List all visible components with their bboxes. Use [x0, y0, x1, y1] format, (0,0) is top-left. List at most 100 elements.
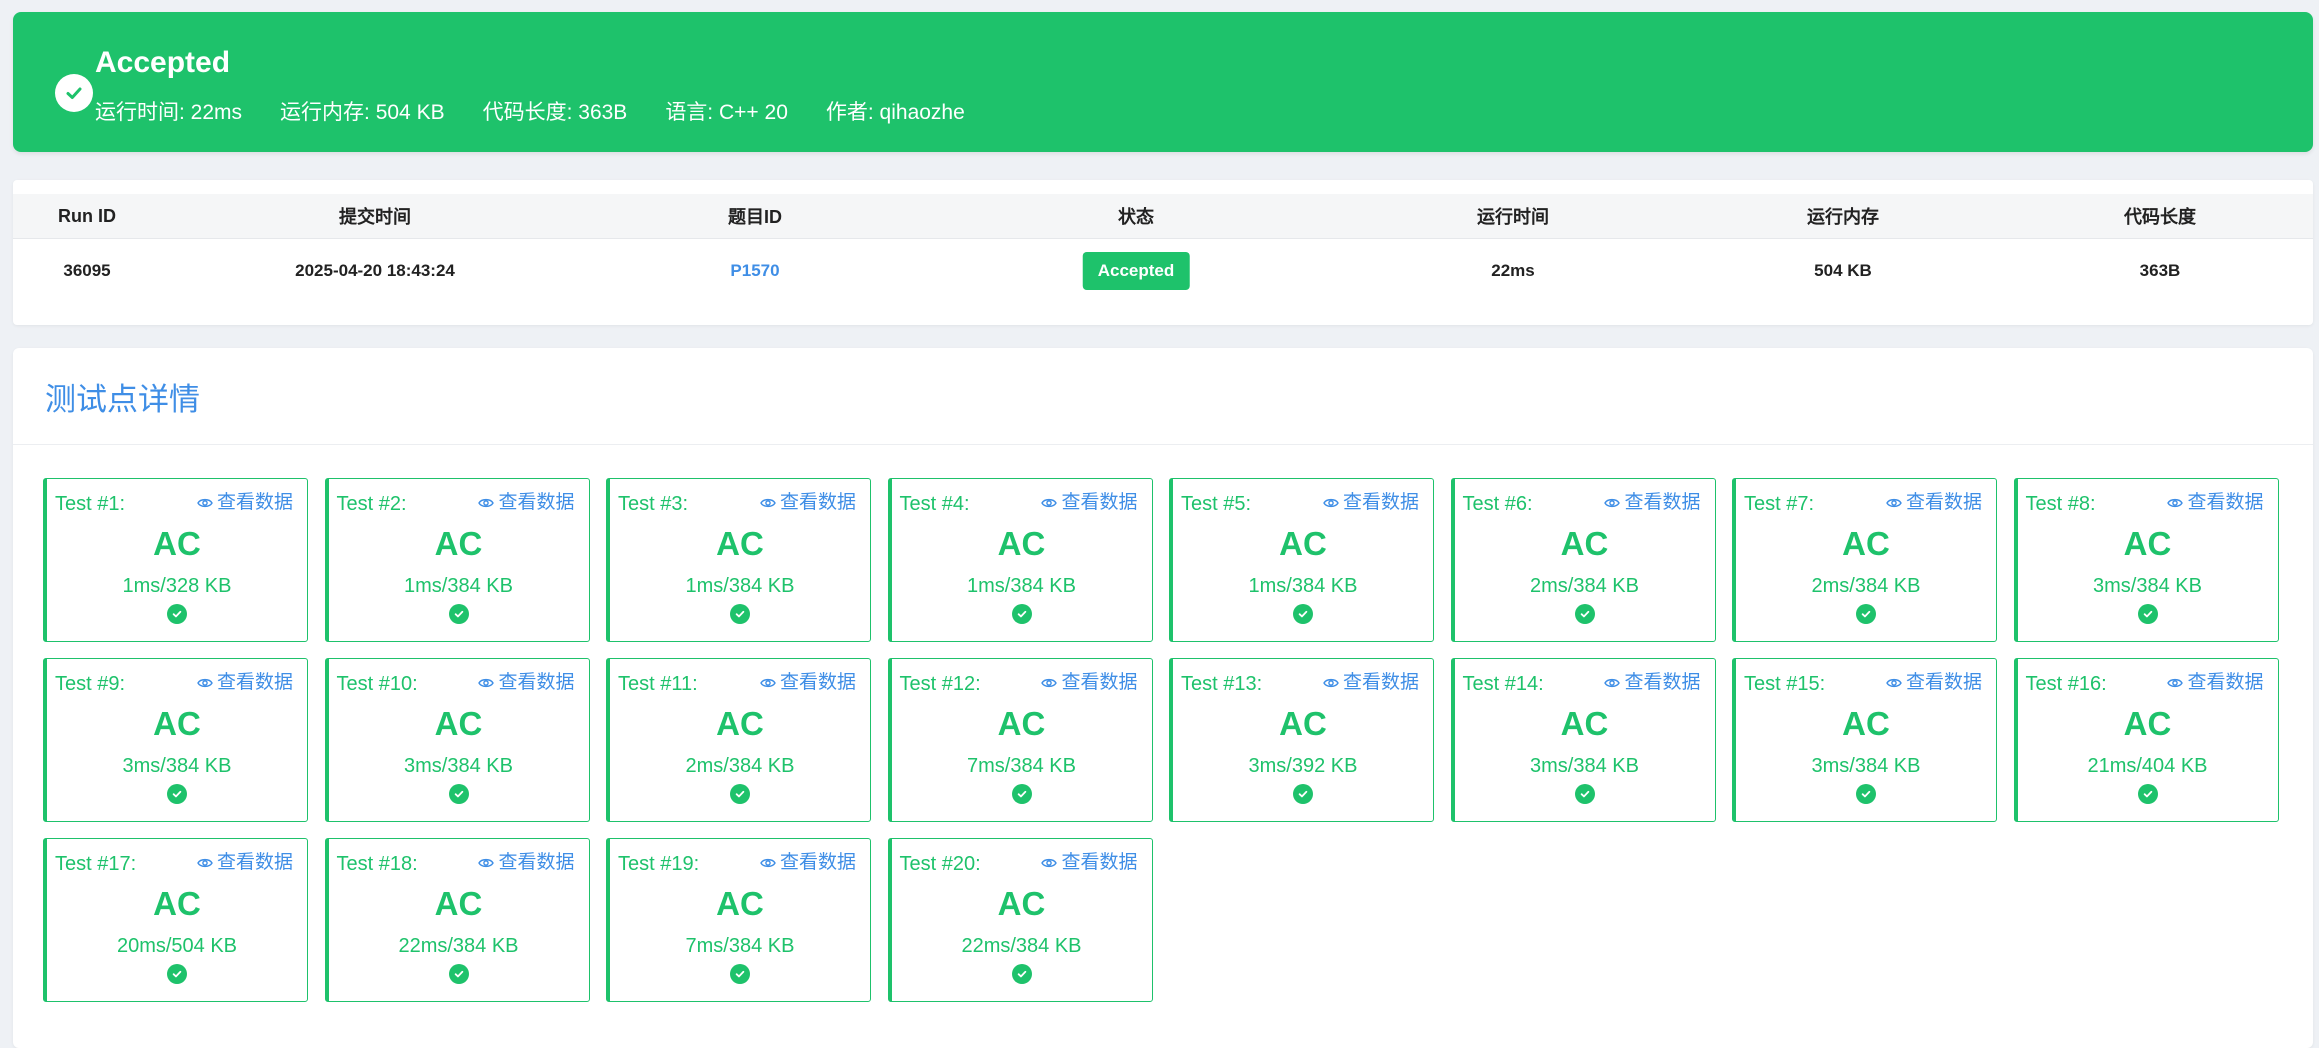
view-data-link[interactable]: 查看数据: [478, 672, 575, 694]
eye-icon: [1604, 498, 1621, 508]
test-case-label: Test #4:: [899, 493, 970, 515]
check-circle-icon: [1856, 784, 1876, 804]
eye-icon: [1604, 678, 1621, 688]
eye-icon: [478, 498, 495, 508]
eye-icon: [1041, 498, 1058, 508]
header-status: 状态: [1118, 207, 1154, 227]
view-data-link[interactable]: 查看数据: [1323, 492, 1419, 514]
test-case-label: Test #11:: [618, 673, 698, 695]
test-case-result: AC: [153, 885, 201, 922]
result-title: Accepted: [95, 46, 231, 79]
header-submit-time: 提交时间: [339, 207, 411, 227]
test-case-stats: 3ms/384 KB: [1811, 755, 1921, 777]
meta-code-length: 代码长度: 363B: [482, 101, 628, 124]
view-data-link[interactable]: 查看数据: [1604, 492, 1701, 514]
test-case-stats: 7ms/384 KB: [967, 755, 1076, 777]
cell-memory: 504 KB: [1814, 261, 1872, 280]
eye-icon: [478, 858, 495, 868]
test-case-result: AC: [1842, 525, 1890, 562]
test-case-card: Test #15: 查看数据 AC 3ms/384 KB: [1732, 658, 1997, 822]
eye-icon: [1323, 678, 1339, 688]
check-circle-icon: [2137, 784, 2158, 804]
header-memory: 运行内存: [1807, 207, 1879, 227]
test-case-stats: 22ms/384 KB: [961, 935, 1082, 957]
problem-id-link[interactable]: P1570: [730, 239, 779, 303]
view-data-link[interactable]: 查看数据: [1323, 672, 1419, 694]
view-data-link[interactable]: 查看数据: [1041, 492, 1138, 514]
test-case-result: AC: [434, 885, 483, 922]
test-case-label: Test #12:: [899, 673, 981, 695]
eye-icon: [760, 858, 776, 868]
view-data-label: 查看数据: [779, 852, 856, 873]
check-circle-icon: [1574, 784, 1595, 804]
test-case-result: AC: [1279, 705, 1327, 742]
test-case-label: Test #6:: [1462, 493, 1533, 515]
view-data-link[interactable]: 查看数据: [478, 492, 575, 514]
test-case-stats: 22ms/384 KB: [398, 935, 519, 957]
test-case-label: Test #17:: [55, 853, 137, 875]
test-case-stats: 2ms/384 KB: [685, 755, 795, 777]
check-circle-icon: [167, 964, 187, 984]
view-data-link[interactable]: 查看数据: [1041, 852, 1138, 874]
header-code-length: 代码长度: [2124, 207, 2196, 227]
check-circle-icon: [1011, 784, 1032, 804]
check-circle-icon: [448, 604, 469, 624]
test-case-result: AC: [997, 525, 1046, 562]
view-data-link[interactable]: 查看数据: [478, 852, 575, 874]
test-case-label: Test #13:: [1181, 673, 1263, 695]
test-case-label: Test #2:: [336, 493, 407, 515]
test-case-result: AC: [1842, 705, 1890, 742]
view-data-link[interactable]: 查看数据: [197, 492, 293, 514]
view-data-link[interactable]: 查看数据: [1604, 672, 1701, 694]
eye-icon: [760, 678, 776, 688]
view-data-link[interactable]: 查看数据: [2167, 492, 2264, 514]
test-case-stats: 7ms/384 KB: [685, 935, 795, 957]
test-case-card: Test #7: 查看数据 AC 2ms/384 KB: [1732, 478, 1997, 642]
test-case-label: Test #20:: [899, 853, 981, 875]
check-circle-icon: [730, 784, 750, 804]
view-data-link[interactable]: 查看数据: [1886, 672, 1982, 694]
test-case-grid: Test #1: 查看数据 AC 1ms/328 KB Test #2: 查看数…: [43, 478, 2298, 1002]
view-data-link[interactable]: 查看数据: [2167, 672, 2264, 694]
eye-icon: [1323, 498, 1339, 508]
cell-status: Accepted: [1082, 239, 1190, 303]
test-case-stats: 1ms/384 KB: [685, 575, 795, 597]
view-data-link[interactable]: 查看数据: [1041, 672, 1138, 694]
test-case-result: AC: [153, 525, 201, 562]
cell-run-id: 36095: [63, 261, 111, 280]
test-case-stats: 20ms/504 KB: [116, 935, 238, 957]
header-run-time: 运行时间: [1477, 207, 1549, 227]
test-case-stats: 3ms/384 KB: [1530, 755, 1639, 777]
view-data-label: 查看数据: [1061, 492, 1138, 513]
check-circle-icon: [55, 74, 93, 112]
view-data-link[interactable]: 查看数据: [197, 672, 293, 694]
table-row: 36095 2025-04-20 18:43:24 P1570 Accepted…: [13, 239, 2313, 303]
check-circle-icon: [448, 784, 469, 804]
view-data-label: 查看数据: [1061, 852, 1138, 873]
view-data-link[interactable]: 查看数据: [197, 852, 293, 874]
view-data-label: 查看数据: [1342, 672, 1419, 693]
check-circle-icon: [1856, 604, 1876, 624]
view-data-link[interactable]: 查看数据: [760, 672, 856, 694]
check-circle-icon: [730, 604, 750, 624]
view-data-link[interactable]: 查看数据: [760, 852, 856, 874]
test-case-card: Test #8: 查看数据 AC 3ms/384 KB: [2013, 478, 2279, 642]
view-data-label: 查看数据: [216, 852, 293, 873]
test-case-label: Test #10:: [336, 673, 418, 695]
view-data-label: 查看数据: [2187, 492, 2264, 513]
test-case-card: Test #3: 查看数据 AC 1ms/384 KB: [606, 478, 871, 642]
view-data-link[interactable]: 查看数据: [760, 492, 856, 514]
test-case-label: Test #3:: [618, 493, 689, 515]
eye-icon: [197, 678, 213, 688]
test-case-label: Test #9:: [55, 673, 126, 695]
test-case-stats: 3ms/384 KB: [404, 755, 513, 777]
header-problem-id: 题目ID: [728, 207, 782, 227]
cell-submit-time: 2025-04-20 18:43:24: [295, 261, 455, 280]
test-case-result: AC: [716, 525, 764, 562]
eye-icon: [1041, 678, 1058, 688]
eye-icon: [1886, 498, 1902, 508]
view-data-label: 查看数据: [1061, 672, 1138, 693]
cell-code-length: 363B: [2139, 261, 2181, 280]
view-data-link[interactable]: 查看数据: [1886, 492, 1982, 514]
test-case-label: Test #8:: [2025, 493, 2096, 515]
